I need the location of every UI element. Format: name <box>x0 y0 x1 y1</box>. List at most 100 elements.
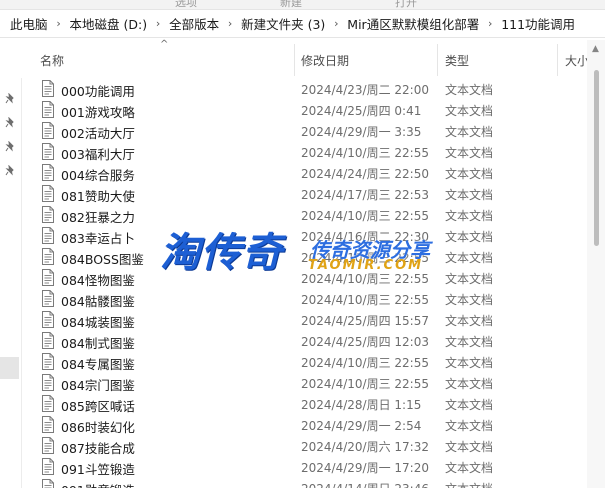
navigation-pane[interactable] <box>0 40 22 488</box>
address-bar[interactable]: 此电脑 › 本地磁盘 (D:) › 全部版本 › 新建文件夹 (3) › Mir… <box>0 10 605 38</box>
column-divider[interactable] <box>294 44 295 76</box>
file-row[interactable]: 002活动大厅 2024/4/29/周一 3:35 文本文档 <box>21 120 587 141</box>
breadcrumb-chevron-icon[interactable]: › <box>219 17 241 30</box>
vertical-scrollbar[interactable]: ▲ <box>587 40 605 488</box>
file-row[interactable]: 084宗门图鉴 2024/4/10/周三 22:55 文本文档 <box>21 372 587 393</box>
file-name: 091斗笠锻造 <box>61 462 135 477</box>
ribbon-label[interactable]: 新建 <box>280 0 302 9</box>
file-modified-date: 2024/4/20/周六 17:32 <box>301 440 429 454</box>
file-type: 文本文档 <box>445 83 494 97</box>
file-name: 085跨区喊话 <box>61 399 135 414</box>
file-row[interactable]: 083幸运占卜 2024/4/16/周二 22:30 文本文档 <box>21 225 587 246</box>
file-modified-date: 2024/4/10/周三 22:55 <box>301 272 429 286</box>
file-name: 082狂暴之力 <box>61 210 135 225</box>
file-row[interactable]: 004综合服务 2024/4/24/周三 22:50 文本文档 <box>21 162 587 183</box>
file-modified-date: 2024/4/10/周三 22:55 <box>301 146 429 160</box>
text-file-icon <box>42 479 54 488</box>
file-explorer-window: 选项 新建 打开 此电脑 › 本地磁盘 (D:) › 全部版本 › 新建文件夹 … <box>0 0 605 488</box>
breadcrumb-chevron-icon[interactable]: › <box>147 17 169 30</box>
text-file-icon <box>42 332 54 349</box>
file-row[interactable]: 001游戏攻略 2024/4/25/周四 0:41 文本文档 <box>21 99 587 120</box>
file-type: 文本文档 <box>445 209 494 223</box>
breadcrumb-item[interactable]: Mir通区默默模组化部署 <box>347 14 479 33</box>
file-type: 文本文档 <box>445 188 494 202</box>
file-modified-date: 2024/4/29/周一 3:35 <box>301 125 422 139</box>
column-header: ^ 名称 修改日期 类型 大小 <box>21 39 605 78</box>
file-row[interactable]: 000功能调用 2024/4/23/周二 22:00 文本文档 <box>21 78 587 99</box>
ribbon-label[interactable]: 打开 <box>395 0 417 9</box>
pin-icon[interactable] <box>5 117 16 128</box>
file-modified-date: 2024/4/29/周一 2:54 <box>301 419 422 433</box>
file-name: 001游戏攻略 <box>61 105 135 120</box>
column-name-header[interactable]: 名称 <box>40 52 64 69</box>
text-file-icon <box>42 185 54 202</box>
file-type: 文本文档 <box>445 419 494 433</box>
file-row[interactable]: 087技能合成 2024/4/20/周六 17:32 文本文档 <box>21 435 587 456</box>
pin-icon[interactable] <box>5 141 16 152</box>
text-file-icon <box>42 248 54 265</box>
file-row[interactable]: 084怪物图鉴 2024/4/10/周三 22:55 文本文档 <box>21 267 587 288</box>
file-modified-date: 2024/4/29/周一 17:20 <box>301 461 429 475</box>
file-row[interactable]: 084骷髅图鉴 2024/4/10/周三 22:55 文本文档 <box>21 288 587 309</box>
file-row[interactable]: 091斗笠锻造 2024/4/29/周一 17:20 文本文档 <box>21 456 587 477</box>
file-name: 084BOSS图鉴 <box>61 252 144 267</box>
file-name: 086时装幻化 <box>61 420 135 435</box>
breadcrumb-chevron-icon[interactable]: › <box>48 17 70 30</box>
column-date-header[interactable]: 修改日期 <box>301 52 349 69</box>
column-size-header[interactable]: 大小 <box>565 52 589 69</box>
file-row[interactable]: 082狂暴之力 2024/4/10/周三 22:55 文本文档 <box>21 204 587 225</box>
file-modified-date: 2024/4/25/周四 0:41 <box>301 104 422 118</box>
file-name: 003福利大厅 <box>61 147 135 162</box>
file-row[interactable]: 084专属图鉴 2024/4/10/周三 22:55 文本文档 <box>21 351 587 372</box>
text-file-icon <box>42 80 54 97</box>
file-name: 004综合服务 <box>61 168 135 183</box>
file-modified-date: 2024/4/14/周日 23:46 <box>301 480 429 488</box>
file-type: 文本文档 <box>445 293 494 307</box>
file-row[interactable]: 084城装图鉴 2024/4/25/周四 15:57 文本文档 <box>21 309 587 330</box>
column-type-header[interactable]: 类型 <box>445 52 469 69</box>
text-file-icon <box>42 143 54 160</box>
text-file-icon <box>42 311 54 328</box>
text-file-icon <box>42 164 54 181</box>
file-row[interactable]: 084BOSS图鉴 2024/4/10/周三 22:55 文本文档 <box>21 246 587 267</box>
file-row[interactable]: 091勋章锻造 2024/4/14/周日 23:46 文本文档 <box>21 477 587 488</box>
file-name: 084专属图鉴 <box>61 357 135 372</box>
breadcrumb-chevron-icon[interactable]: › <box>479 17 501 30</box>
column-divider[interactable] <box>557 44 558 76</box>
text-file-icon <box>42 227 54 244</box>
file-name: 087技能合成 <box>61 441 135 456</box>
file-row[interactable]: 081赞助大使 2024/4/17/周三 22:53 文本文档 <box>21 183 587 204</box>
scroll-thumb[interactable] <box>594 70 599 246</box>
text-file-icon <box>42 353 54 370</box>
file-list: 000功能调用 2024/4/23/周二 22:00 文本文档 001游戏攻略 2024… <box>21 78 587 488</box>
file-modified-date: 2024/4/10/周三 22:55 <box>301 377 429 391</box>
file-type: 文本文档 <box>445 272 494 286</box>
text-file-icon <box>42 206 54 223</box>
nav-selected-item[interactable] <box>0 357 19 379</box>
breadcrumb-item[interactable]: 新建文件夹 (3) <box>241 14 325 33</box>
breadcrumb-item[interactable]: 本地磁盘 (D:) <box>70 14 148 33</box>
ribbon-label[interactable]: 选项 <box>175 0 197 9</box>
file-name: 084怪物图鉴 <box>61 273 135 288</box>
file-row[interactable]: 084制式图鉴 2024/4/25/周四 12:03 文本文档 <box>21 330 587 351</box>
breadcrumb-item-current[interactable]: 111功能调用 <box>501 14 575 33</box>
file-name: 083幸运占卜 <box>61 231 135 246</box>
file-type: 文本文档 <box>445 461 494 475</box>
text-file-icon <box>42 437 54 454</box>
file-type: 文本文档 <box>445 314 494 328</box>
file-modified-date: 2024/4/17/周三 22:53 <box>301 188 429 202</box>
breadcrumb-chevron-icon[interactable]: › <box>325 17 347 30</box>
breadcrumb-item[interactable]: 全部版本 <box>169 14 219 33</box>
file-row[interactable]: 086时装幻化 2024/4/29/周一 2:54 文本文档 <box>21 414 587 435</box>
pin-icon[interactable] <box>5 93 16 104</box>
column-divider[interactable] <box>437 44 438 76</box>
file-name: 084宗门图鉴 <box>61 378 135 393</box>
scroll-up-arrow-icon[interactable]: ▲ <box>592 44 599 54</box>
pin-icon[interactable] <box>5 165 16 176</box>
breadcrumb-item[interactable]: 此电脑 <box>10 14 48 33</box>
file-type: 文本文档 <box>445 251 494 265</box>
text-file-icon <box>42 290 54 307</box>
file-row[interactable]: 003福利大厅 2024/4/10/周三 22:55 文本文档 <box>21 141 587 162</box>
file-row[interactable]: 085跨区喊话 2024/4/28/周日 1:15 文本文档 <box>21 393 587 414</box>
text-file-icon <box>42 269 54 286</box>
